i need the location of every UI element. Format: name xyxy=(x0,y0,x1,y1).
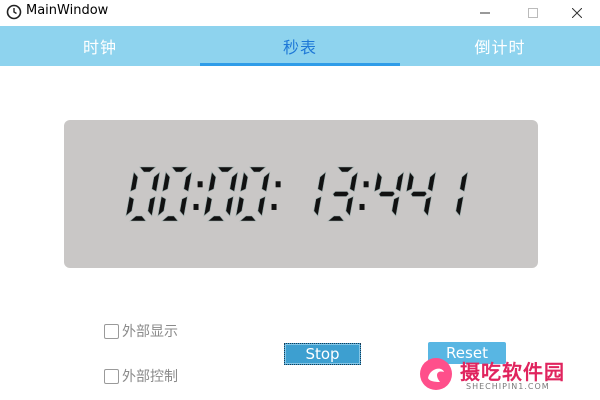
digit-segment xyxy=(207,171,217,193)
digit-segment xyxy=(157,196,167,217)
digit-segment xyxy=(349,171,359,192)
checkbox-box[interactable] xyxy=(104,323,119,339)
lcd-colon xyxy=(193,203,199,210)
lcd-digits xyxy=(125,166,469,222)
digit-segment xyxy=(139,166,157,173)
digit-segment xyxy=(378,191,396,197)
digit-segment xyxy=(217,166,235,173)
digit-segment xyxy=(261,171,271,192)
lcd-colon xyxy=(275,181,281,188)
external-control-label: 外部控制 xyxy=(122,369,178,385)
digit-segment xyxy=(391,195,400,217)
watermark-url: SHECHIPIN1.COM xyxy=(466,382,550,391)
digit-segment xyxy=(171,166,189,173)
digit-segment xyxy=(423,195,432,217)
minimize-icon xyxy=(480,3,490,22)
digit-segment xyxy=(225,195,234,217)
external-display-label: 外部显示 xyxy=(122,324,178,340)
digit-segment xyxy=(395,171,405,192)
digit-segment xyxy=(229,171,239,192)
digit-segment xyxy=(455,195,464,217)
watermark-name: 摄吃软件园 xyxy=(460,360,565,384)
digit-segment xyxy=(207,215,225,222)
digit-segment xyxy=(235,196,245,217)
stop-button[interactable]: Stop xyxy=(284,343,361,365)
digit-segment xyxy=(179,195,188,217)
digit-segment xyxy=(459,171,469,192)
lcd-colon xyxy=(197,181,203,188)
lcd-colon xyxy=(271,203,277,210)
digit-segment xyxy=(249,166,267,173)
maximize-icon xyxy=(528,3,538,22)
digit-segment xyxy=(345,195,354,217)
active-tab-indicator xyxy=(200,63,400,66)
digit-segment xyxy=(427,171,437,192)
digit-segment xyxy=(129,171,139,193)
tab-bar: 时钟 秒表 倒计时 xyxy=(0,26,600,66)
time-display xyxy=(64,120,538,268)
digit-segment xyxy=(257,195,266,217)
maximize-button[interactable] xyxy=(510,0,556,24)
lcd-colon xyxy=(363,181,369,188)
digit-segment xyxy=(183,171,193,192)
close-button[interactable] xyxy=(554,0,600,24)
digit-segment xyxy=(313,195,322,217)
digit-segment xyxy=(151,171,161,192)
digit-segment xyxy=(332,191,350,197)
watermark-logo-icon xyxy=(418,356,454,396)
digit-segment xyxy=(239,171,249,193)
minimize-button[interactable] xyxy=(462,0,508,24)
window-title: MainWindow xyxy=(26,3,109,18)
title-bar: MainWindow xyxy=(0,0,600,24)
digit-segment xyxy=(203,196,213,217)
checkbox-box[interactable] xyxy=(104,368,119,384)
digit-segment xyxy=(129,215,147,222)
external-display-checkbox[interactable]: 外部显示 xyxy=(104,322,178,340)
tab-countdown[interactable]: 倒计时 xyxy=(400,26,600,66)
digit-segment xyxy=(147,195,156,217)
tab-stopwatch[interactable]: 秒表 xyxy=(200,26,400,66)
lcd-colon xyxy=(359,203,365,210)
digit-segment xyxy=(410,191,428,197)
watermark: 摄吃软件园 SHECHIPIN1.COM xyxy=(414,352,590,396)
digit-segment xyxy=(161,171,171,193)
close-icon xyxy=(571,3,583,22)
clock-icon xyxy=(6,4,22,20)
digit-segment xyxy=(239,215,257,222)
digit-segment xyxy=(317,171,327,192)
digit-segment xyxy=(405,171,415,193)
digit-segment xyxy=(125,196,135,217)
tab-clock[interactable]: 时钟 xyxy=(0,26,200,66)
digit-segment xyxy=(327,215,345,222)
digit-segment xyxy=(373,171,383,193)
digit-segment xyxy=(337,166,355,173)
digit-segment xyxy=(161,215,179,222)
external-control-checkbox[interactable]: 外部控制 xyxy=(104,367,178,385)
time-display-panel xyxy=(64,120,538,268)
